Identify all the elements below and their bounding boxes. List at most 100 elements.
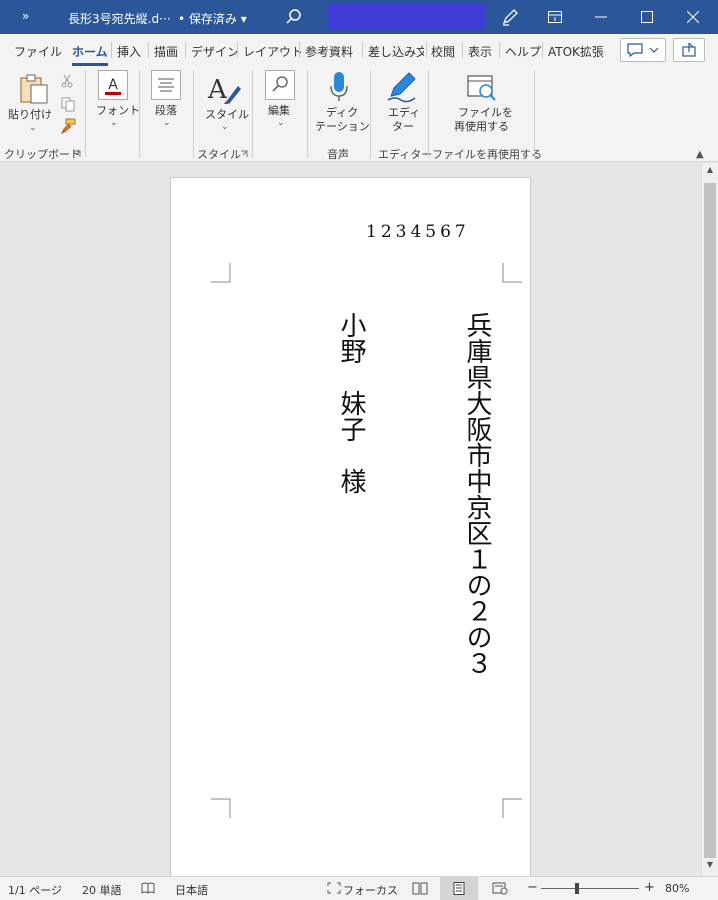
tab-review[interactable]: 校閲	[431, 43, 455, 60]
maximize-icon	[641, 11, 653, 23]
dictate-label-line1[interactable]: ディク	[326, 106, 358, 120]
tab-divider	[426, 42, 427, 58]
dialog-launcher-icon[interactable]	[240, 150, 248, 158]
reuse-files-label-line1[interactable]: ファイルを	[458, 106, 513, 120]
tab-design[interactable]: デザイン	[191, 43, 239, 60]
tab-divider	[362, 42, 363, 58]
editor-label-line1[interactable]: エディ	[388, 106, 420, 120]
page-count[interactable]: 1/1 ページ	[8, 882, 62, 898]
scroll-thumb[interactable]	[704, 183, 716, 858]
ribbon-tabs: ファイル ホーム 挿入 描画 デザイン レイアウト 参考資料 差し込み文 校閲 …	[0, 34, 718, 66]
collapse-ribbon-icon[interactable]: ▲	[696, 149, 704, 160]
cut-icon[interactable]	[60, 74, 74, 88]
pen-icon[interactable]	[500, 7, 520, 27]
zoom-in-icon[interactable]: +	[644, 880, 655, 895]
group-label-editor: エディター	[378, 148, 433, 161]
share-icon	[682, 42, 696, 57]
title-bar: » 長形3号宛先縦.d··· • 保存済み ▾	[0, 0, 718, 34]
proofing-book-icon[interactable]	[141, 882, 155, 894]
scroll-up-icon[interactable]: ▲	[702, 165, 718, 179]
tab-home[interactable]: ホーム	[72, 43, 108, 66]
web-layout-icon[interactable]	[492, 882, 508, 895]
account-area[interactable]	[327, 4, 485, 30]
save-status[interactable]: • 保存済み ▾	[178, 10, 247, 27]
group-divider	[428, 70, 429, 158]
reuse-files-icon[interactable]	[466, 72, 498, 104]
document-page[interactable]: 1234567 兵庫県大阪市中京区１の２の３ 小野 妹子 様	[170, 177, 531, 897]
group-label-reuse-files: ファイルを再使用する	[432, 148, 542, 161]
paragraph-button[interactable]: 段落	[155, 104, 177, 118]
crop-mark-bottom-right	[502, 798, 522, 818]
font-dropdown-icon[interactable]: ⌄	[110, 118, 118, 128]
tab-draw[interactable]: 描画	[154, 43, 178, 60]
microphone-icon[interactable]	[328, 70, 350, 104]
word-count[interactable]: 20 単語	[82, 882, 122, 898]
font-icon[interactable]: A	[98, 70, 128, 100]
minimize-button[interactable]	[578, 0, 624, 34]
editing-search-icon[interactable]	[265, 70, 295, 100]
ribbon-display-button[interactable]	[532, 0, 578, 34]
format-painter-icon[interactable]	[60, 118, 76, 134]
tab-layout[interactable]: レイアウト	[243, 43, 303, 60]
search-icon[interactable]	[284, 7, 304, 27]
copy-icon[interactable]	[60, 96, 76, 112]
group-label-styles: スタイル	[197, 148, 241, 161]
styles-dropdown-icon[interactable]: ⌄	[221, 122, 229, 132]
quick-access-more-button[interactable]: »	[22, 9, 29, 23]
editing-button[interactable]: 編集	[268, 104, 290, 118]
tab-divider	[111, 42, 112, 58]
ribbon: 貼り付け ⌄ クリップボード A フォント ⌄ 段落 ⌄ A スタイル ⌄ スタ…	[0, 66, 718, 162]
zoom-slider-thumb[interactable]	[575, 883, 579, 894]
close-button[interactable]	[670, 0, 716, 34]
group-divider	[85, 70, 86, 158]
editor-label-line2[interactable]: ター	[392, 120, 414, 134]
tab-file[interactable]: ファイル	[14, 43, 62, 60]
read-mode-icon[interactable]	[412, 882, 428, 895]
tab-mailings[interactable]: 差し込み文	[368, 43, 424, 60]
paste-dropdown-icon[interactable]: ⌄	[29, 123, 37, 133]
tab-atok[interactable]: ATOK拡張	[548, 43, 606, 60]
focus-mode-icon[interactable]	[327, 882, 341, 894]
editor-pen-icon[interactable]	[385, 70, 419, 104]
tab-help[interactable]: ヘルプ	[505, 43, 541, 60]
tab-divider	[462, 42, 463, 58]
vertical-scrollbar[interactable]: ▲ ▼	[701, 163, 718, 876]
editing-dropdown-icon[interactable]: ⌄	[277, 118, 285, 128]
share-button[interactable]	[673, 38, 705, 62]
tab-references[interactable]: 参考資料	[305, 43, 353, 60]
document-name[interactable]: 長形3号宛先縦.d···	[68, 10, 171, 27]
tab-divider	[499, 42, 500, 58]
language[interactable]: 日本語	[175, 882, 208, 898]
crop-mark-top-right	[502, 263, 522, 283]
group-divider	[534, 70, 535, 158]
zoom-level[interactable]: 80%	[665, 882, 689, 895]
font-button[interactable]: フォント	[96, 104, 140, 118]
zoom-out-icon[interactable]: −	[527, 880, 538, 895]
group-divider	[193, 70, 194, 158]
focus-button[interactable]: フォーカス	[343, 882, 398, 898]
maximize-button[interactable]	[624, 0, 670, 34]
status-bar: 1/1 ページ 20 単語 日本語 フォーカス − + 80%	[0, 876, 718, 900]
paste-button[interactable]: 貼り付け	[8, 108, 52, 122]
dialog-launcher-icon[interactable]	[73, 150, 81, 158]
print-layout-icon	[453, 882, 465, 895]
minimize-icon	[595, 16, 607, 18]
tab-view[interactable]: 表示	[468, 43, 492, 60]
postal-code: 1234567	[366, 222, 470, 242]
reuse-files-label-line2[interactable]: 再使用する	[454, 120, 509, 134]
tab-divider	[542, 42, 543, 58]
styles-button[interactable]: スタイル	[205, 108, 249, 122]
zoom-slider-track[interactable]	[541, 888, 639, 889]
tab-divider	[185, 42, 186, 58]
comment-icon	[627, 43, 659, 58]
paragraph-dropdown-icon[interactable]: ⌄	[163, 118, 171, 128]
print-layout-button[interactable]	[440, 877, 478, 900]
scroll-down-icon[interactable]: ▼	[702, 860, 718, 874]
tab-insert[interactable]: 挿入	[117, 43, 141, 60]
dictate-label-line2[interactable]: テーション	[315, 120, 370, 134]
styles-icon[interactable]: A	[206, 72, 242, 106]
comments-button[interactable]	[620, 38, 666, 62]
document-area[interactable]: 1234567 兵庫県大阪市中京区１の２の３ 小野 妹子 様	[0, 163, 701, 897]
paste-icon[interactable]	[18, 72, 50, 106]
paragraph-icon[interactable]	[151, 70, 181, 100]
